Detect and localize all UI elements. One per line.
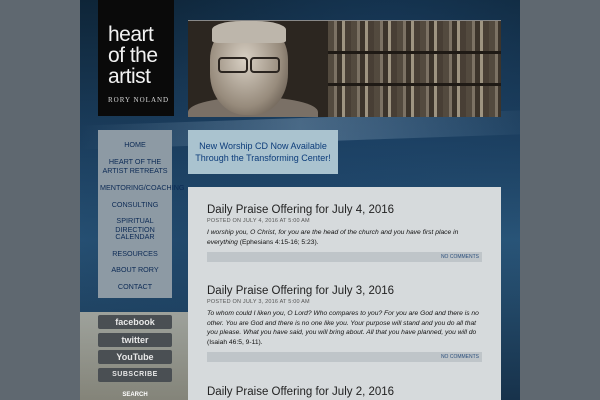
nav-item-about[interactable]: ABOUT RORY [98,265,172,274]
logo-subtitle: RORY NOLAND [108,96,170,104]
nav-item-calendar[interactable]: CALENDAR [98,232,172,241]
facebook-button[interactable]: facebook [98,315,172,329]
promo-line-2: Through the Transforming Center! [195,153,331,163]
blog-post: Daily Praise Offering for July 3, 2016 P… [207,284,482,347]
post-title[interactable]: Daily Praise Offering for July 4, 2016 [207,203,482,217]
subscribe-button[interactable]: SUBSCRIBE [98,368,172,382]
promo-line-1: New Worship CD Now Available [199,141,327,151]
post-body: I worship you, O Christ, for you are the… [207,228,482,247]
post-meta: POSTED ON JULY 3, 2016 AT 5:00 AM [207,299,310,305]
comments-bar: NO COMMENTS [207,352,482,362]
comments-bar: NO COMMENTS [207,252,482,262]
nav-item-consulting[interactable]: CONSULTING [98,200,172,209]
site-logo[interactable]: heart of the artist RORY NOLAND [98,0,174,116]
header-photo [188,20,501,117]
bookshelf-background [328,21,501,117]
post-title[interactable]: Daily Praise Offering for July 2, 2016 [207,385,482,399]
portrait-glasses [218,57,280,73]
logo-title: heart of the artist [108,23,158,88]
blog-post: Daily Praise Offering for July 2, 2016 [207,385,482,399]
portrait-hair [212,21,286,43]
twitter-button[interactable]: twitter [98,333,172,347]
post-reference: (Isaiah 46:5, 9-11). [207,338,263,346]
nav-item-resources[interactable]: RESOURCES [98,249,172,258]
comments-link[interactable]: NO COMMENTS [441,354,479,360]
content-area: Daily Praise Offering for July 4, 2016 P… [188,187,501,400]
search-label[interactable]: SEARCH [98,392,172,398]
post-quote: To whom could I liken you, O Lord? Who c… [207,310,479,336]
nav-item-home[interactable]: HOME [98,140,172,149]
nav-item-mentoring[interactable]: MENTORING/COACHING [98,183,185,192]
post-body: To whom could I liken you, O Lord? Who c… [207,309,482,347]
shelf-line [328,51,501,54]
blog-post: Daily Praise Offering for July 4, 2016 P… [207,203,482,247]
post-reference: (Ephesians 4:15-16; 5:23). [237,238,319,246]
shelf-line [328,83,501,86]
comments-link[interactable]: NO COMMENTS [441,254,479,260]
nav-item-retreats[interactable]: HEART OF THE ARTIST RETREATS [98,157,172,175]
post-meta: POSTED ON JULY 4, 2016 AT 5:00 AM [207,218,310,224]
post-title[interactable]: Daily Praise Offering for July 3, 2016 [207,284,482,298]
main-navigation: HOME HEART OF THE ARTIST RETREATS MENTOR… [98,130,185,298]
promo-banner[interactable]: New Worship CD Now Available Through the… [188,130,338,174]
nav-item-contact[interactable]: CONTACT [98,282,172,291]
youtube-button[interactable]: YouTube [98,350,172,364]
